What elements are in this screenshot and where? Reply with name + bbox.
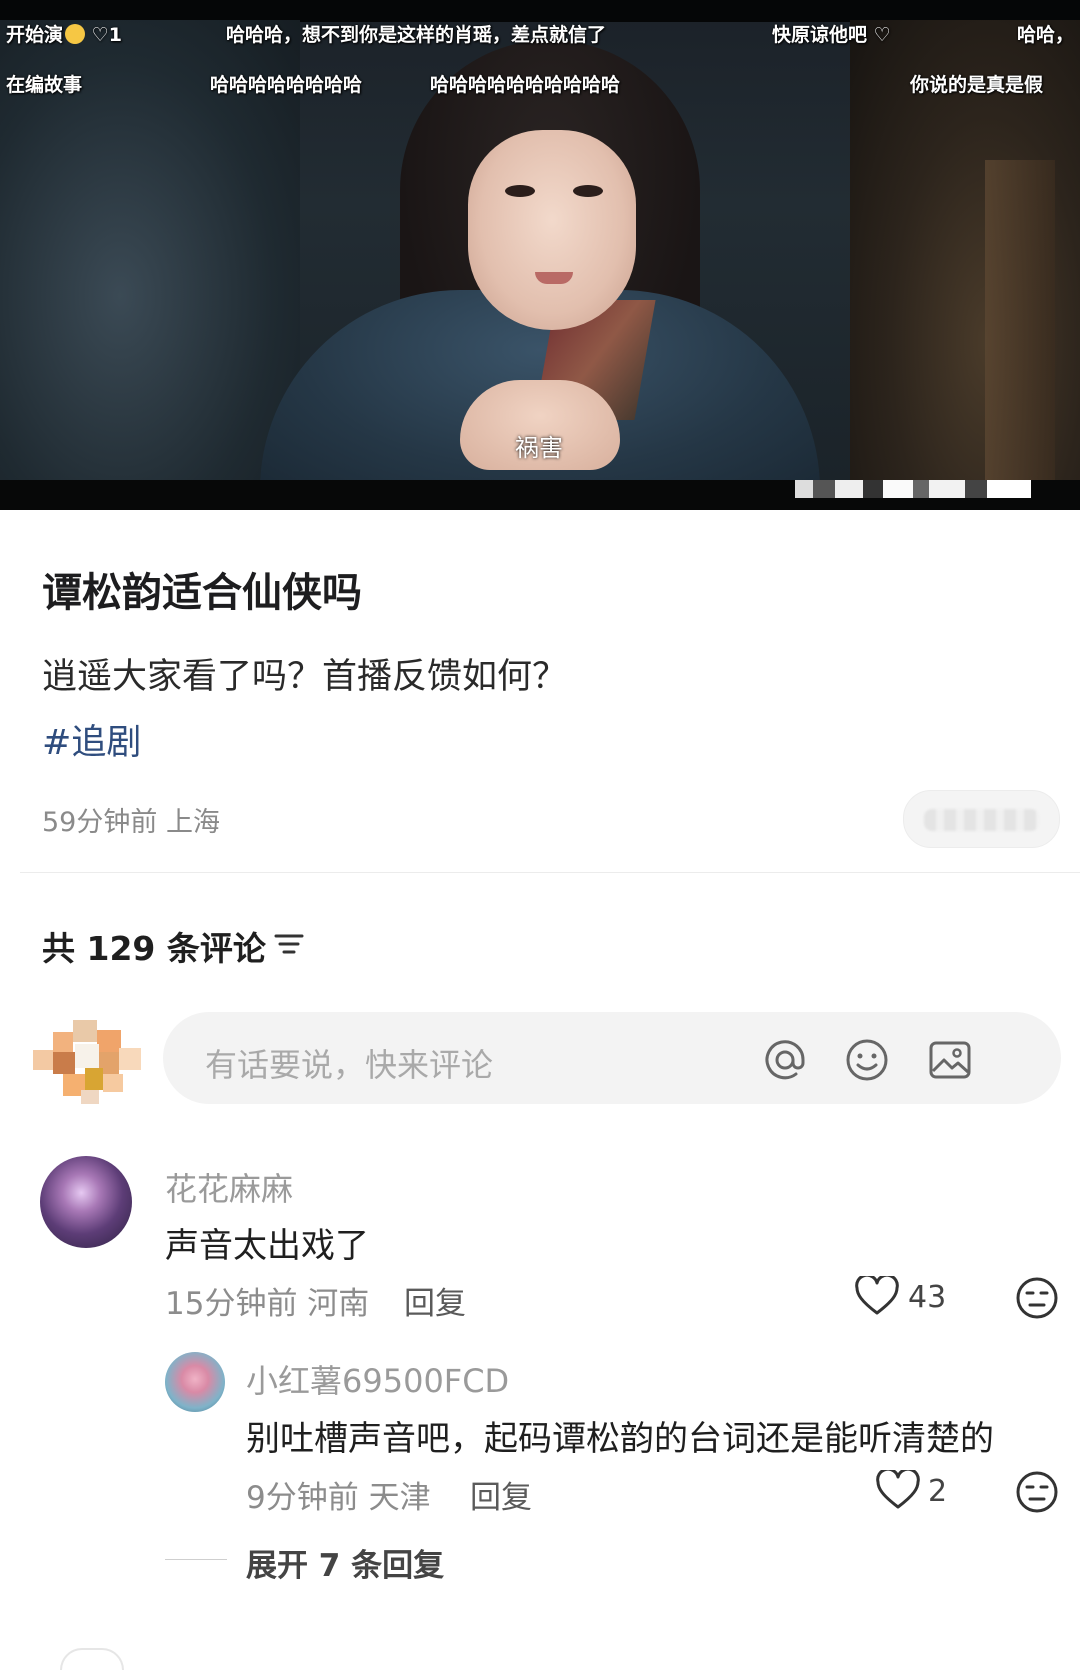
reply-button[interactable]: 回复 xyxy=(470,1472,532,1517)
image-icon[interactable] xyxy=(928,1038,972,1082)
dislike-face-icon[interactable] xyxy=(1015,1276,1059,1320)
emoji-icon[interactable] xyxy=(845,1038,889,1082)
at-icon[interactable] xyxy=(763,1038,807,1082)
comment-meta: 15分钟前 河南 xyxy=(165,1286,370,1322)
next-avatar-peek xyxy=(60,1648,124,1670)
danmaku-comment: 在编故事 xyxy=(6,74,83,96)
pixelated-watermark xyxy=(795,480,1031,498)
video-eye xyxy=(573,185,603,197)
like-count: 43 xyxy=(908,1280,947,1315)
post-body: 逍遥大家看了吗？首播反馈如何？ xyxy=(42,657,568,697)
expand-divider xyxy=(165,1559,227,1560)
danmaku-comment: 哈哈哈哈哈哈哈哈 xyxy=(210,74,363,96)
heart-like-icon[interactable] xyxy=(855,1276,899,1316)
reply-meta: 9分钟前 天津 xyxy=(246,1480,431,1516)
post-meta: 59分钟前 上海 xyxy=(42,807,220,838)
reply-author-avatar[interactable] xyxy=(165,1352,225,1412)
comments-count: 共 129 条评论 xyxy=(42,929,266,968)
expand-replies-button[interactable]: 展开 7 条回复 xyxy=(246,1540,444,1585)
danmaku-comment: 哈哈哈哈哈哈哈哈哈哈 xyxy=(430,74,621,96)
reply-button[interactable]: 回复 xyxy=(404,1278,466,1323)
section-divider xyxy=(20,872,1080,873)
dislike-face-icon[interactable] xyxy=(1015,1470,1059,1514)
grimace-emoji-icon xyxy=(65,24,86,44)
blurred-content xyxy=(924,809,1039,831)
comment-input-placeholder: 有话要说，快来评论 xyxy=(205,1046,494,1084)
heart-outline-icon: ♡ xyxy=(91,24,109,46)
post-title: 谭松韵适合仙侠吗 xyxy=(42,570,362,616)
reply-author[interactable]: 小红薯69500FCD xyxy=(246,1356,509,1402)
danmaku-comment: 快原谅他吧 ♡ xyxy=(772,24,891,46)
video-scene-pillar xyxy=(985,160,1055,480)
video-subtitle: 祸害 xyxy=(515,434,563,462)
commenter-avatar[interactable] xyxy=(40,1156,132,1248)
like-count: 2 xyxy=(928,1474,948,1509)
video-player[interactable]: 开始演 ♡1 哈哈哈，想不到你是这样的肖瑶，差点就信了 快原谅他吧 ♡ 哈哈， … xyxy=(0,0,1080,510)
blurred-action-button[interactable] xyxy=(903,790,1060,848)
comment-text: 声音太出戏了 xyxy=(165,1226,369,1266)
post-hashtag-link[interactable]: #追剧 xyxy=(42,714,141,765)
heart-outline-icon: ♡ xyxy=(873,24,891,46)
danmaku-comment: 你说的是真是假 xyxy=(910,74,1044,96)
heart-like-icon[interactable] xyxy=(876,1470,920,1510)
video-actress-face xyxy=(468,130,636,330)
danmaku-comment: 哈哈， xyxy=(1017,24,1075,46)
video-eye xyxy=(505,185,535,197)
comment-author[interactable]: 花花麻麻 xyxy=(165,1164,293,1210)
video-mouth xyxy=(535,272,573,284)
sort-icon[interactable] xyxy=(274,930,304,958)
comment-input[interactable]: 有话要说，快来评论 xyxy=(163,1012,1061,1104)
video-letterbox-top xyxy=(0,0,1080,22)
danmaku-comment: 哈哈哈，想不到你是这样的肖瑶，差点就信了 xyxy=(226,24,607,46)
danmaku-comment: 开始演 ♡1 xyxy=(6,24,122,46)
my-avatar[interactable] xyxy=(33,1012,141,1108)
reply-text: 别吐槽声音吧，起码谭松韵的台词还是能听清楚的 xyxy=(246,1419,994,1459)
